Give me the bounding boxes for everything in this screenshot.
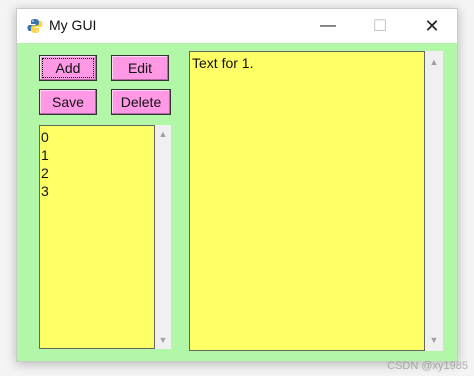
scroll-down-arrow-icon[interactable]: ▼	[155, 335, 171, 345]
list-item[interactable]: 3	[41, 182, 154, 200]
listbox-scrollbar[interactable]: ▲ ▼	[155, 125, 171, 349]
scroll-up-arrow-icon[interactable]: ▲	[425, 57, 443, 67]
close-button[interactable]: ✕	[409, 9, 455, 43]
text-area-scrollbar[interactable]: ▲ ▼	[425, 51, 443, 351]
text-area[interactable]: Text for 1.	[189, 51, 425, 351]
minimize-button[interactable]: —	[305, 9, 351, 43]
title-bar: My GUI — ☐ ✕	[17, 9, 457, 43]
window-title: My GUI	[49, 17, 97, 33]
list-item[interactable]: 1	[41, 146, 154, 164]
maximize-button[interactable]: ☐	[357, 9, 403, 43]
watermark: CSDN @xy1985	[387, 360, 468, 372]
python-icon	[27, 19, 43, 33]
save-button[interactable]: Save	[39, 89, 97, 115]
edit-button[interactable]: Edit	[111, 55, 169, 81]
scroll-down-arrow-icon[interactable]: ▼	[425, 335, 443, 345]
add-button[interactable]: Add	[39, 55, 97, 81]
scroll-up-arrow-icon[interactable]: ▲	[155, 129, 171, 139]
delete-button[interactable]: Delete	[111, 89, 171, 115]
list-item[interactable]: 0	[41, 128, 154, 146]
item-listbox[interactable]: 0 1 2 3	[39, 125, 155, 349]
list-item[interactable]: 2	[41, 164, 154, 182]
app-window: My GUI — ☐ ✕ Add Edit Save Delete 0 1 2 …	[16, 8, 458, 362]
